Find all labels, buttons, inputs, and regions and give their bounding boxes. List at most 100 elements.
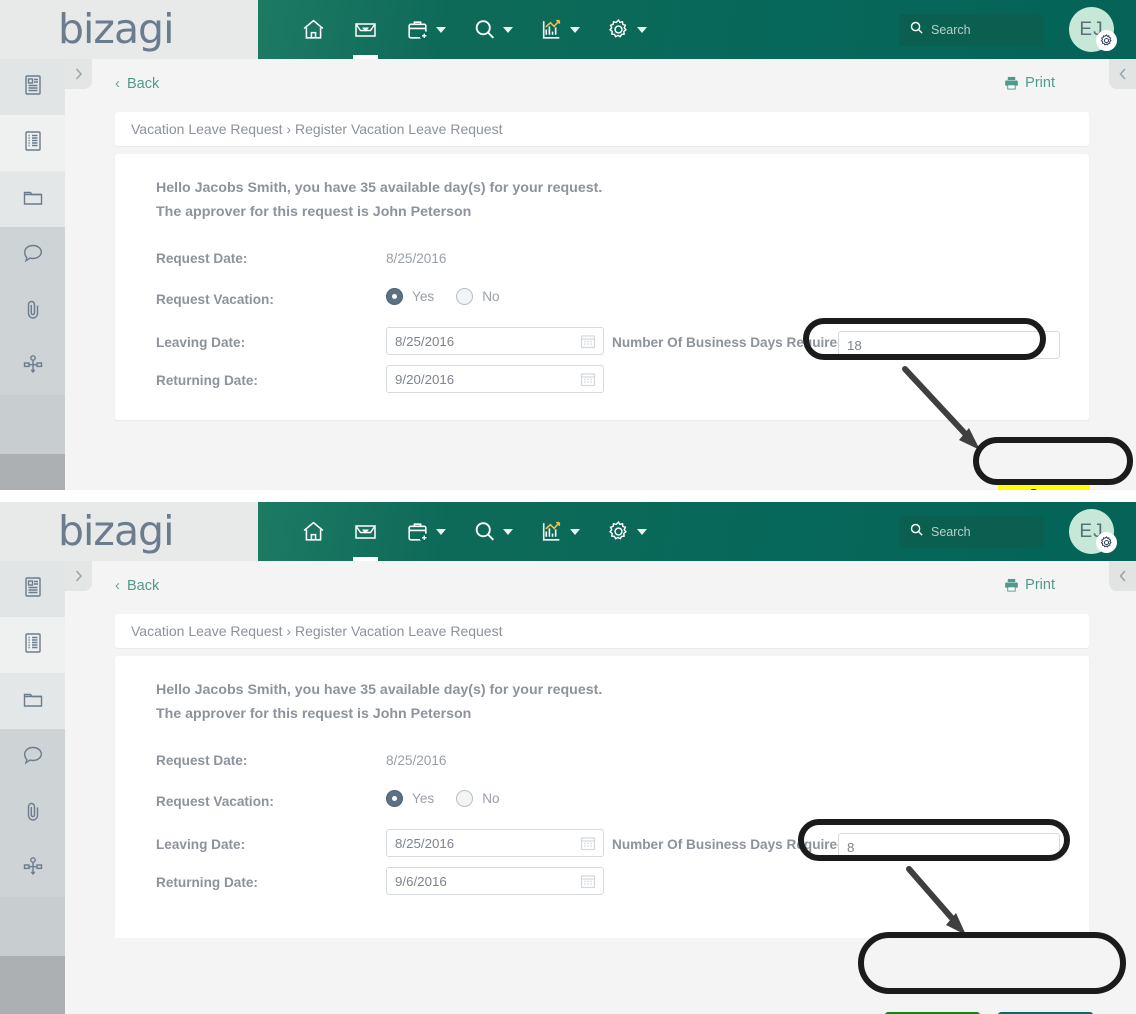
panel-divider: [0, 490, 1136, 502]
right-panel-collapse-handle[interactable]: [1109, 59, 1136, 89]
nav-zone: Search EJ: [258, 502, 1136, 561]
back-link[interactable]: ‹ Back: [115, 577, 159, 594]
process-diagram-icon: [21, 353, 45, 382]
printer-icon: [1004, 578, 1019, 592]
breadcrumb: Vacation Leave Request › Register Vacati…: [115, 112, 1089, 146]
back-link[interactable]: ‹ Back: [115, 75, 159, 92]
bizagi-logo: bizagi: [58, 5, 174, 53]
calendar-icon[interactable]: [580, 333, 596, 352]
chevron-down-icon: [503, 26, 513, 33]
breadcrumb-text: Vacation Leave Request › Register Vacati…: [131, 623, 503, 639]
logo-zone: bizagi: [0, 0, 258, 59]
calendar-icon[interactable]: [580, 371, 596, 390]
radio-yes[interactable]: Yes: [386, 288, 434, 305]
radio-no[interactable]: No: [456, 288, 500, 305]
business-days-label: Number Of Business Days Required:: [612, 335, 850, 350]
business-days-input[interactable]: 18: [838, 331, 1060, 359]
business-days-input[interactable]: 8: [838, 833, 1060, 861]
attachment-icon: [21, 297, 45, 326]
nav-analytics[interactable]: [526, 0, 593, 59]
search-nav-icon: [472, 519, 497, 544]
sidebar-expand-handle[interactable]: [65, 59, 92, 89]
leaving-date-label: Leaving Date:: [156, 837, 246, 852]
nav-settings[interactable]: [593, 502, 660, 561]
business-days-label: Number Of Business Days Required:: [612, 837, 850, 852]
back-label: Back: [127, 75, 160, 92]
search-input-text: Search: [931, 23, 971, 37]
folder-icon: [21, 687, 45, 716]
print-label: Print: [1025, 577, 1055, 593]
sidebar-item-process[interactable]: [0, 841, 65, 897]
sidebar-item-process[interactable]: [0, 339, 65, 395]
folder-icon: [21, 185, 45, 214]
radio-no[interactable]: No: [456, 790, 500, 807]
screenshot-root: bizagi Search EJ ‹ Back Print Vacation L…: [0, 0, 1136, 1014]
search-input-text: Search: [931, 525, 971, 539]
leaving-date-input[interactable]: 8/25/2016: [386, 327, 604, 355]
left-sidebar: [0, 59, 65, 490]
sidebar-item-comments[interactable]: [0, 227, 65, 283]
search-box[interactable]: Search: [899, 516, 1044, 548]
sidebar-item-documents[interactable]: [0, 171, 65, 227]
process-diagram-icon: [21, 855, 45, 884]
radio-yes-dot: [386, 288, 403, 305]
home-icon: [301, 17, 326, 42]
nav-new-case[interactable]: [392, 0, 459, 59]
print-label: Print: [1025, 75, 1055, 91]
summary-icon: [21, 73, 45, 102]
nav-inbox[interactable]: [339, 0, 392, 59]
nav-home[interactable]: [288, 502, 339, 561]
sidebar-item-attachments[interactable]: [0, 283, 65, 339]
request-date-label: Request Date:: [156, 251, 248, 266]
app-panel-top: bizagi Search EJ ‹ Back Print Vacation L…: [0, 0, 1136, 490]
sidebar-item-summary[interactable]: [0, 561, 65, 617]
comment-icon: [21, 241, 45, 270]
sidebar-item-attachments[interactable]: [0, 785, 65, 841]
save-button[interactable]: Save: [998, 480, 1090, 490]
nav-search[interactable]: [459, 0, 526, 59]
returning-date-input[interactable]: 9/20/2016: [386, 365, 604, 393]
nav-inbox[interactable]: [339, 502, 392, 561]
nav-home[interactable]: [288, 0, 339, 59]
analytics-icon: [539, 519, 564, 544]
avatar-settings-gear-icon[interactable]: [1096, 30, 1117, 51]
radio-yes[interactable]: Yes: [386, 790, 434, 807]
chevron-down-icon: [570, 26, 580, 33]
calendar-icon[interactable]: [580, 835, 596, 854]
calendar-icon[interactable]: [580, 873, 596, 892]
nav-settings[interactable]: [593, 0, 660, 59]
chevron-down-icon: [436, 26, 446, 33]
summary-icon: [21, 575, 45, 604]
field-row-request-vacation: Request Vacation: Yes No: [156, 288, 1089, 318]
greeting-line-2: The approver for this request is John Pe…: [156, 204, 472, 220]
sidebar-item-summary[interactable]: [0, 59, 65, 115]
returning-date-label: Returning Date:: [156, 373, 258, 388]
leaving-date-input[interactable]: 8/25/2016: [386, 829, 604, 857]
form-list-icon: [21, 129, 45, 158]
search-box[interactable]: Search: [899, 14, 1044, 46]
print-link[interactable]: Print: [1004, 577, 1055, 593]
field-row-request-date: Request Date: 8/25/2016: [156, 247, 1089, 277]
breadcrumb-text: Vacation Leave Request › Register Vacati…: [131, 121, 503, 137]
home-icon: [301, 519, 326, 544]
sidebar-expand-handle[interactable]: [65, 561, 92, 591]
sidebar-item-comments[interactable]: [0, 729, 65, 785]
left-sidebar: [0, 561, 65, 1014]
printer-icon: [1004, 76, 1019, 90]
right-panel-collapse-handle[interactable]: [1109, 561, 1136, 591]
avatar-settings-gear-icon[interactable]: [1096, 532, 1117, 553]
nav-analytics[interactable]: [526, 502, 593, 561]
field-row-returning-date: Returning Date: 9/20/2016: [156, 365, 1089, 399]
chevron-down-icon: [570, 528, 580, 535]
returning-date-input[interactable]: 9/6/2016: [386, 867, 604, 895]
sidebar-item-details[interactable]: [0, 617, 65, 673]
comment-icon: [21, 743, 45, 772]
nav-new-case[interactable]: [392, 502, 459, 561]
button-bar: Save: [92, 457, 1090, 490]
sidebar-item-documents[interactable]: [0, 673, 65, 729]
greeting-line-1: Hello Jacobs Smith, you have 35 availabl…: [156, 180, 603, 196]
nav-search[interactable]: [459, 502, 526, 561]
returning-date-value: 9/6/2016: [395, 873, 447, 889]
sidebar-item-details[interactable]: [0, 115, 65, 171]
print-link[interactable]: Print: [1004, 75, 1055, 91]
